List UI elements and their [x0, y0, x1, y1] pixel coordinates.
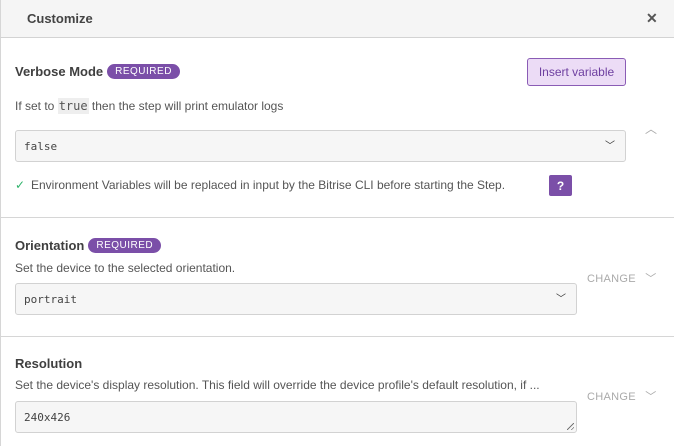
orientation-change-button[interactable]: CHANGE ﹀ — [587, 270, 657, 286]
check-icon: ✓ — [15, 178, 26, 192]
orientation-description: Set the device to the selected orientati… — [15, 261, 236, 275]
select-value: false — [24, 139, 58, 153]
resize-handle-icon[interactable] — [567, 423, 574, 430]
env-vars-note: Environment Variables will be replaced i… — [31, 178, 506, 192]
panel-title: Customize — [27, 11, 93, 26]
orientation-label: Orientation REQUIRED — [15, 238, 162, 253]
divider — [0, 217, 674, 218]
select-value: portrait — [24, 292, 77, 306]
resolution-title: Resolution — [15, 356, 83, 371]
verbose-mode-title: Verbose Mode — [15, 64, 104, 79]
chevron-down-icon: ﹀ — [645, 391, 657, 403]
chevron-down-icon: ﹀ — [556, 294, 566, 305]
resolution-change-button[interactable]: CHANGE ﹀ — [587, 388, 657, 404]
required-badge: REQUIRED — [107, 64, 180, 79]
change-label: CHANGE — [587, 273, 636, 285]
verbose-mode-label: Verbose Mode REQUIRED — [15, 64, 180, 79]
textarea-value: 240x426 — [24, 410, 71, 424]
verbose-mode-description: If set to true then the step will print … — [15, 98, 284, 114]
verbose-mode-select[interactable]: false ﹀ — [15, 130, 626, 162]
help-button[interactable]: ? — [549, 175, 572, 196]
desc-text: If set to — [15, 99, 58, 113]
change-label: CHANGE — [587, 391, 636, 403]
chevron-down-icon: ﹀ — [645, 273, 657, 285]
required-badge: REQUIRED — [88, 238, 162, 253]
panel-header: Customize ✕ — [0, 0, 674, 38]
divider — [0, 336, 674, 337]
orientation-title: Orientation — [15, 238, 85, 253]
resolution-label: Resolution — [15, 356, 82, 371]
orientation-select[interactable]: portrait ﹀ — [15, 283, 577, 315]
insert-variable-button[interactable]: Insert variable — [527, 58, 626, 86]
chevron-up-icon[interactable]: ︿ — [645, 120, 657, 137]
resolution-description: Set the device's display resolution. Thi… — [15, 378, 540, 392]
close-icon[interactable]: ✕ — [646, 10, 658, 27]
resolution-textarea[interactable]: 240x426 — [15, 401, 577, 433]
desc-text: then the step will print emulator logs — [88, 99, 284, 113]
desc-code: true — [57, 98, 89, 114]
chevron-down-icon: ﹀ — [605, 141, 615, 152]
